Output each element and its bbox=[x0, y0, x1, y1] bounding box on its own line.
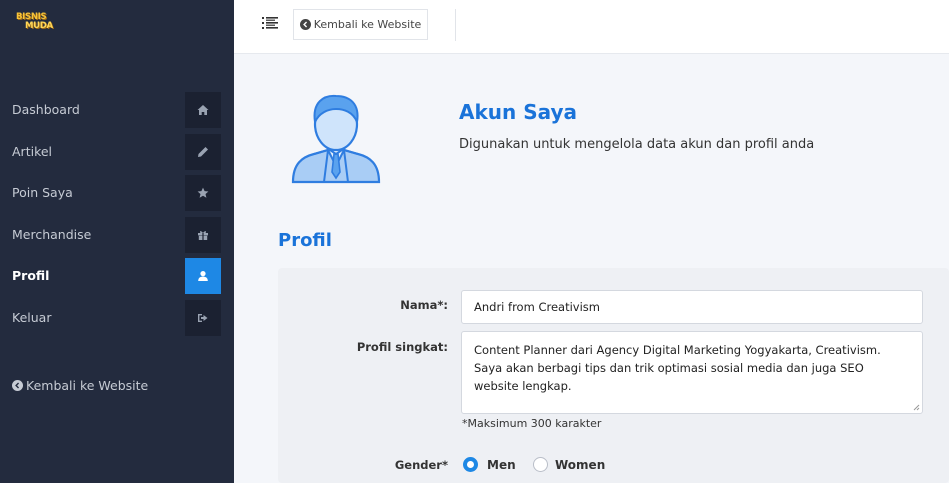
sidebar-item-label: Poin Saya bbox=[12, 185, 73, 200]
bio-text: Content Planner dari Agency Digital Mark… bbox=[474, 343, 881, 393]
circle-arrow-left-icon bbox=[299, 19, 311, 30]
sidebar-back-link[interactable]: Kembali ke Website bbox=[12, 378, 148, 393]
gender-radio-men[interactable] bbox=[463, 457, 478, 472]
gender-option-men-label[interactable]: Men bbox=[487, 458, 516, 472]
sidebar: BISNIS MUDA Dashboard Artikel Poin Saya … bbox=[0, 0, 234, 483]
sidebar-item-label: Merchandise bbox=[12, 227, 92, 242]
sidebar-item-dashboard[interactable]: Dashboard bbox=[0, 92, 234, 128]
sidebar-item-merchandise[interactable]: Merchandise bbox=[0, 217, 234, 253]
gift-icon[interactable] bbox=[185, 217, 221, 253]
bio-field-label: Profil singkat: bbox=[356, 340, 448, 354]
user-avatar-icon bbox=[290, 92, 382, 184]
name-input[interactable]: Andri from Creativism bbox=[461, 290, 923, 324]
topbar: Kembali ke Website bbox=[234, 0, 949, 54]
circle-arrow-left-icon bbox=[12, 380, 23, 391]
sidebar-item-label: Artikel bbox=[12, 144, 53, 159]
sidebar-item-poin-saya[interactable]: Poin Saya bbox=[0, 175, 234, 211]
user-icon[interactable] bbox=[185, 258, 221, 294]
sidebar-item-label: Profil bbox=[12, 268, 50, 283]
page-subtitle: Digunakan untuk mengelola data akun dan … bbox=[459, 137, 815, 152]
home-icon[interactable] bbox=[185, 92, 221, 128]
sidebar-item-artikel[interactable]: Artikel bbox=[0, 134, 234, 170]
sidebar-item-profil[interactable]: Profil bbox=[0, 258, 234, 294]
bio-char-limit-hint: *Maksimum 300 karakter bbox=[462, 417, 602, 430]
menu-toggle-icon[interactable] bbox=[262, 15, 278, 31]
back-to-website-button[interactable]: Kembali ke Website bbox=[293, 9, 428, 40]
sidebar-item-label: Keluar bbox=[12, 310, 52, 325]
sign-out-icon[interactable] bbox=[185, 300, 221, 336]
resize-grip-icon[interactable] bbox=[912, 403, 920, 411]
pencil-icon[interactable] bbox=[185, 134, 221, 170]
star-icon[interactable] bbox=[185, 175, 221, 211]
name-field-label: Nama*: bbox=[400, 298, 448, 312]
gender-radio-women[interactable] bbox=[533, 457, 548, 472]
bio-textarea[interactable]: Content Planner dari Agency Digital Mark… bbox=[461, 331, 923, 414]
sidebar-back-label: Kembali ke Website bbox=[26, 378, 149, 393]
sidebar-item-keluar[interactable]: Keluar bbox=[0, 300, 234, 336]
page-title: Akun Saya bbox=[459, 100, 578, 124]
gender-option-women-label[interactable]: Women bbox=[555, 458, 605, 472]
brand-logo[interactable]: BISNIS MUDA bbox=[16, 13, 60, 37]
back-to-website-label: Kembali ke Website bbox=[313, 18, 422, 31]
sidebar-item-label: Dashboard bbox=[12, 102, 80, 117]
gender-field-label: Gender* bbox=[394, 458, 448, 472]
topbar-divider bbox=[455, 9, 456, 41]
section-title-profil: Profil bbox=[278, 230, 332, 251]
